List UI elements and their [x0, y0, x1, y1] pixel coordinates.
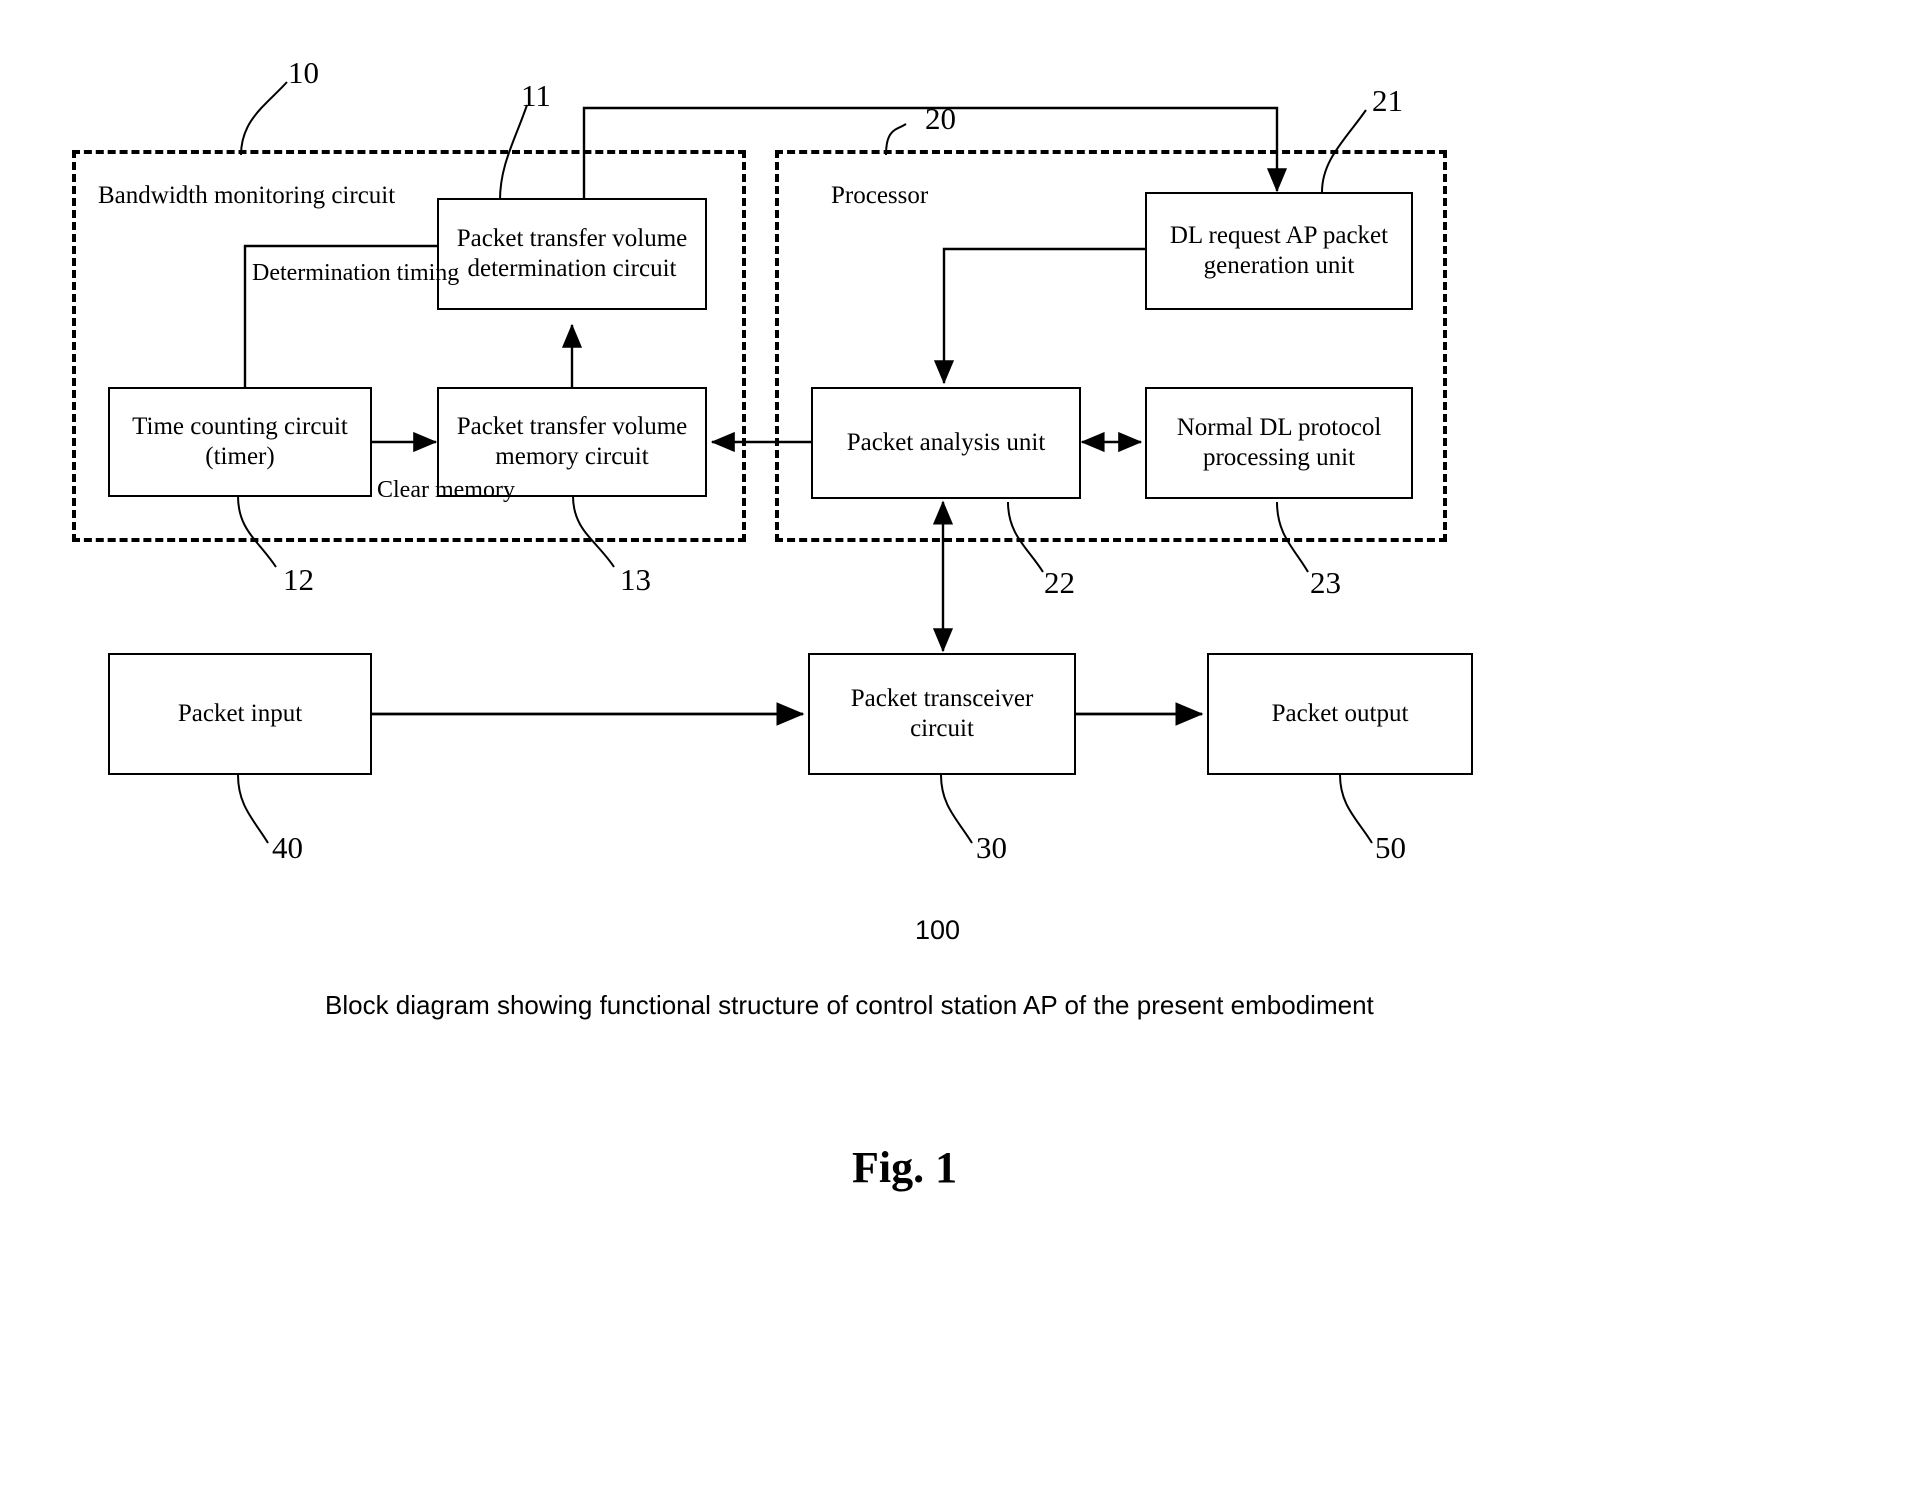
ref-number-22: 22: [1044, 565, 1075, 600]
box-packet-input[interactable]: Packet input: [108, 653, 372, 775]
box-line-1: Normal DL protocol: [1176, 413, 1382, 441]
box-line-2: processing unit: [1202, 444, 1356, 471]
box-line-1: Packet output: [1271, 699, 1409, 727]
box-line-1: DL request AP packet: [1169, 221, 1389, 249]
system-reference-number: 100: [915, 915, 961, 945]
box-line-2: circuit: [910, 715, 974, 742]
box-line-1: Packet input: [177, 699, 303, 727]
box-line-1: Packet transfer volume: [456, 412, 688, 440]
ref-number-11: 11: [521, 78, 551, 113]
box-normal-dl-protocol-processing-unit[interactable]: Normal DL protocol processing unit: [1145, 387, 1413, 499]
edge-label-determination-timing: Determination timing: [252, 259, 459, 288]
box-line-2: memory circuit: [495, 443, 649, 470]
group-label-processor: Processor: [831, 182, 929, 209]
box-line-1: Packet analysis unit: [846, 428, 1046, 456]
edge-label-line-2: timing: [396, 260, 460, 286]
figure-label: Fig. 1: [852, 1143, 958, 1192]
box-line-1: Packet transfer volume: [456, 224, 688, 252]
edge-label-line-1: Determination: [252, 260, 391, 286]
ref-number-50: 50: [1375, 830, 1406, 865]
figure-caption: Block diagram showing functional structu…: [325, 990, 1374, 1020]
edge-label-line-1: Clear: [377, 477, 429, 503]
box-line-1: Time counting circuit: [132, 412, 348, 440]
ref-number-13: 13: [620, 562, 651, 597]
ref-number-23: 23: [1310, 565, 1341, 600]
group-label-bandwidth-monitoring-circuit: Bandwidth monitoring circuit: [98, 182, 396, 209]
box-packet-transfer-volume-determination-circuit[interactable]: Packet transfer volume determination cir…: [437, 198, 707, 310]
edge-label-clear-memory: Clear memory: [377, 476, 515, 505]
box-time-counting-circuit[interactable]: Time counting circuit (timer): [108, 387, 372, 497]
box-dl-request-ap-packet-generation-unit[interactable]: DL request AP packet generation unit: [1145, 192, 1413, 310]
box-packet-analysis-unit[interactable]: Packet analysis unit: [811, 387, 1081, 499]
ref-number-40: 40: [272, 830, 303, 865]
ref-number-10: 10: [288, 55, 319, 90]
ref-number-30: 30: [976, 830, 1007, 865]
box-line-2: generation unit: [1203, 252, 1355, 279]
ref-number-21: 21: [1372, 83, 1403, 118]
box-packet-transceiver-circuit[interactable]: Packet transceiver circuit: [808, 653, 1076, 775]
edge-label-line-2: memory: [434, 477, 515, 503]
box-line-2: determination circuit: [467, 255, 677, 282]
box-line-1: Packet transceiver: [850, 684, 1034, 712]
ref-number-20: 20: [925, 101, 956, 136]
figure-canvas: Bandwidth monitoring circuit Processor P…: [0, 0, 1919, 1505]
box-packet-output[interactable]: Packet output: [1207, 653, 1473, 775]
box-line-2: (timer): [205, 443, 275, 470]
ref-number-12: 12: [283, 562, 314, 597]
